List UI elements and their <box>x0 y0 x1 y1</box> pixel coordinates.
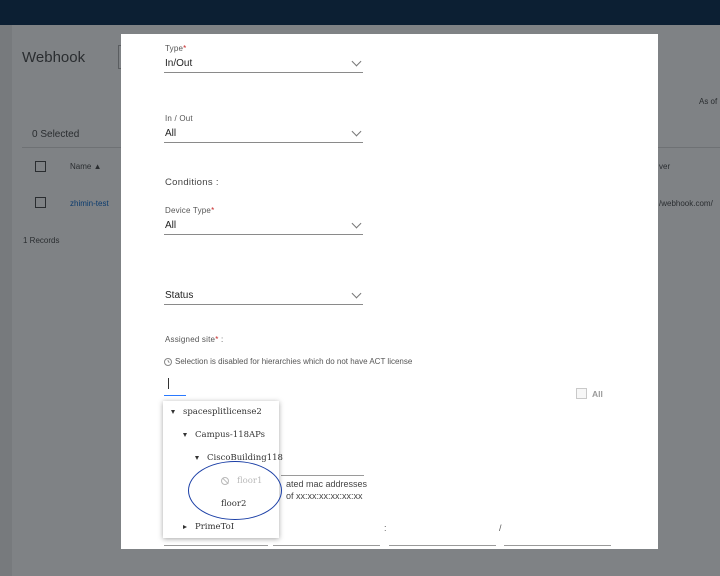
select-all-checkbox <box>35 161 46 172</box>
device-type-label: Device Type* <box>165 206 215 215</box>
site-search-input[interactable] <box>164 376 186 396</box>
chevron-down-icon <box>351 56 362 67</box>
chevron-down-icon <box>351 218 362 229</box>
mac-field-underline[interactable] <box>281 475 364 476</box>
inout-value: All <box>165 128 177 139</box>
status-select[interactable]: Status <box>164 288 363 305</box>
disabled-info-icon <box>164 357 172 366</box>
top-app-bar <box>0 0 720 25</box>
expand-caret-icon[interactable] <box>171 410 175 414</box>
records-count: 1 Records <box>23 236 60 245</box>
device-type-value: All <box>165 220 177 231</box>
device-type-select[interactable]: All <box>164 218 363 235</box>
assigned-site-label: Assigned site* : <box>165 335 224 344</box>
all-sites-option[interactable]: All <box>576 388 603 399</box>
chevron-down-icon <box>351 126 362 137</box>
chevron-down-icon <box>351 288 362 299</box>
mac-help-text-2: of xx:xx:xx:xx:xx:xx <box>286 491 363 501</box>
expand-caret-icon[interactable] <box>183 433 187 437</box>
inout-label: In / Out <box>165 114 193 123</box>
row-url: /webhook.com/ <box>659 199 713 208</box>
conditions-heading: Conditions : <box>165 177 219 188</box>
rule-field-4[interactable] <box>504 545 611 546</box>
row-checkbox <box>35 197 46 208</box>
page-title: Webhook <box>22 49 86 66</box>
as-of-text: As of <box>699 97 718 106</box>
all-checkbox[interactable] <box>576 388 587 399</box>
highlight-ellipse <box>188 461 282 520</box>
column-header-name: Name ▲ <box>70 162 102 171</box>
selected-count: 0 Selected <box>32 129 80 140</box>
type-select[interactable]: In/Out <box>164 56 363 73</box>
expand-caret-icon[interactable] <box>195 456 199 460</box>
collapse-caret-icon[interactable] <box>183 525 187 529</box>
rule-field-3[interactable] <box>389 545 496 546</box>
rule-field-2[interactable] <box>273 545 380 546</box>
webhook-modal: Type* In/Out In / Out All Conditions : D… <box>121 34 658 549</box>
status-placeholder: Status <box>165 290 194 301</box>
tree-item-spacesplitlicense2[interactable]: spacesplitlicense2 <box>171 407 262 417</box>
tree-item-campus[interactable]: Campus-118APs <box>183 430 265 440</box>
row-name-link: zhimin-test <box>70 199 109 208</box>
license-info: Selection is disabled for hierarchies wh… <box>164 357 412 366</box>
rule-field-1[interactable] <box>164 545 268 546</box>
mac-help-text-1: ated mac addresses <box>286 479 368 489</box>
all-label: All <box>592 388 603 399</box>
type-value: In/Out <box>165 58 193 69</box>
license-info-text: Selection is disabled for hierarchies wh… <box>175 357 413 366</box>
field-separator-2: / <box>499 523 502 533</box>
inout-select[interactable]: All <box>164 126 363 143</box>
field-separator-1: : <box>384 523 387 533</box>
tree-item-primetoi[interactable]: PrimeToI <box>183 522 234 532</box>
column-header-server: ver <box>659 162 671 171</box>
type-label: Type* <box>165 44 187 53</box>
